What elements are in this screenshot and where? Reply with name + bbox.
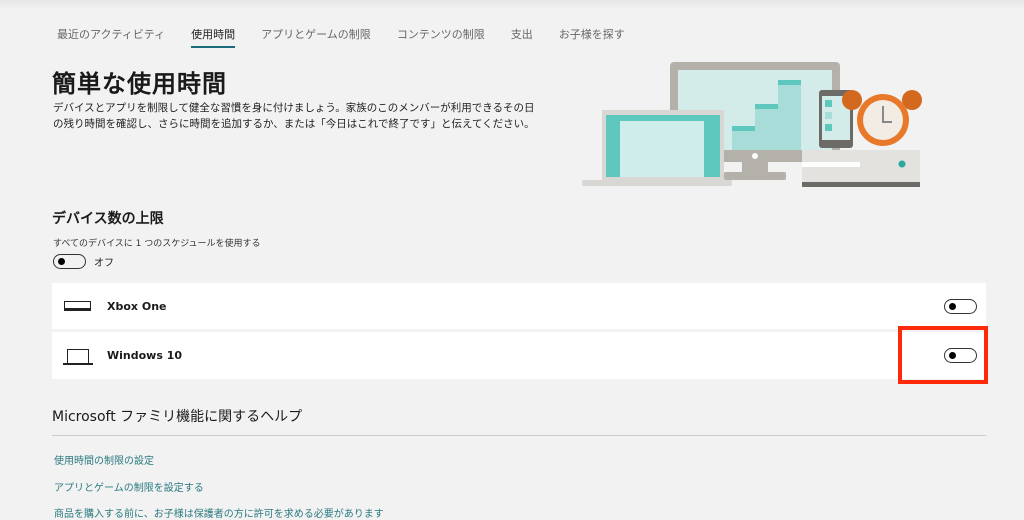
tab-content-restrictions[interactable]: コンテンツの制限 [397, 26, 485, 48]
devices-illustration [582, 62, 922, 187]
device-limits-heading: デバイス数の上限 [52, 211, 164, 227]
one-schedule-toggle[interactable] [53, 254, 86, 269]
laptop-icon [63, 348, 93, 365]
help-heading: Microsoft ファミリ機能に関するヘルプ [52, 409, 303, 425]
toggle-state-label: オフ [94, 258, 114, 269]
device-row-xbox: Xbox One [52, 283, 986, 329]
highlight-box [898, 326, 988, 384]
tab-find-child[interactable]: お子様を探す [559, 26, 625, 48]
help-link-screen-time[interactable]: 使用時間の制限の設定 [54, 452, 154, 467]
help-link-app-limits[interactable]: アプリとゲームの制限を設定する [54, 479, 204, 494]
tab-recent-activity[interactable]: 最近のアクティビティ [57, 26, 165, 48]
tab-spending[interactable]: 支出 [511, 26, 533, 48]
xbox-toggle[interactable] [944, 298, 977, 314]
top-bar [0, 0, 1024, 10]
device-name: Windows 10 [107, 349, 183, 362]
tab-bar: 最近のアクティビティ 使用時間 アプリとゲームの制限 コンテンツの制限 支出 お… [57, 26, 651, 48]
xbox-console-icon [64, 301, 91, 311]
page-description: デバイスとアプリを制限して健全な習慣を身に付けましょう。家族のこのメンバーが利用… [53, 102, 535, 130]
device-row-windows: Windows 10 [52, 332, 986, 379]
help-link-ask-to-buy[interactable]: 商品を購入する前に、お子様は保護者の方に許可を求める必要があります [54, 505, 384, 520]
one-schedule-label: すべてのデバイスに 1 つのスケジュールを使用する [53, 239, 261, 249]
one-schedule-setting: オフ [53, 254, 114, 269]
tab-app-game-limits[interactable]: アプリとゲームの制限 [261, 26, 371, 48]
divider [52, 435, 986, 436]
tab-screen-time[interactable]: 使用時間 [191, 26, 236, 48]
device-name: Xbox One [107, 299, 167, 313]
page-title: 簡単な使用時間 [52, 70, 227, 98]
